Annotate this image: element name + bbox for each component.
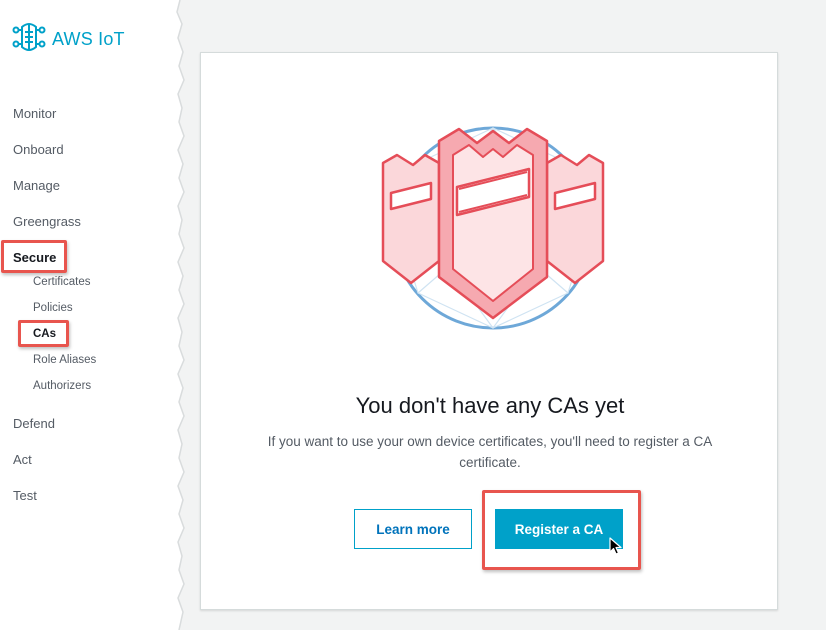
torn-edge-divider bbox=[174, 0, 185, 630]
sidebar-item-act[interactable]: Act bbox=[13, 452, 32, 467]
secure-highlight-box bbox=[1, 240, 67, 273]
sidebar-item-test[interactable]: Test bbox=[13, 488, 37, 503]
sidebar-subitem-authorizers[interactable]: Authorizers bbox=[33, 380, 91, 392]
empty-state-title: You don't have any CAs yet bbox=[355, 393, 625, 418]
brand-name: AWS IoT bbox=[52, 29, 125, 49]
empty-state-card: You don't have any CAs yet If you want t… bbox=[200, 52, 778, 610]
register-ca-highlight-box bbox=[482, 490, 641, 570]
cas-highlight-box bbox=[18, 320, 69, 347]
sidebar-item-manage[interactable]: Manage bbox=[13, 178, 60, 193]
sidebar: AWS IoT Monitor Onboard Manage Greengras… bbox=[0, 0, 178, 630]
learn-more-button[interactable]: Learn more bbox=[354, 509, 472, 549]
ca-shields-illustration bbox=[373, 113, 613, 348]
sidebar-item-defend[interactable]: Defend bbox=[13, 416, 55, 431]
empty-state-description: If you want to use your own device certi… bbox=[267, 434, 713, 470]
sidebar-item-greengrass[interactable]: Greengrass bbox=[13, 214, 81, 229]
mouse-pointer-icon bbox=[609, 537, 622, 555]
sidebar-subitem-policies[interactable]: Policies bbox=[33, 302, 73, 314]
sidebar-subitem-role-aliases[interactable]: Role Aliases bbox=[33, 354, 96, 366]
iot-brain-icon bbox=[12, 22, 46, 57]
sidebar-item-onboard[interactable]: Onboard bbox=[13, 142, 64, 157]
aws-iot-logo[interactable]: AWS IoT bbox=[12, 22, 125, 57]
sidebar-item-monitor[interactable]: Monitor bbox=[13, 106, 56, 121]
sidebar-subitem-certificates[interactable]: Certificates bbox=[33, 276, 91, 288]
